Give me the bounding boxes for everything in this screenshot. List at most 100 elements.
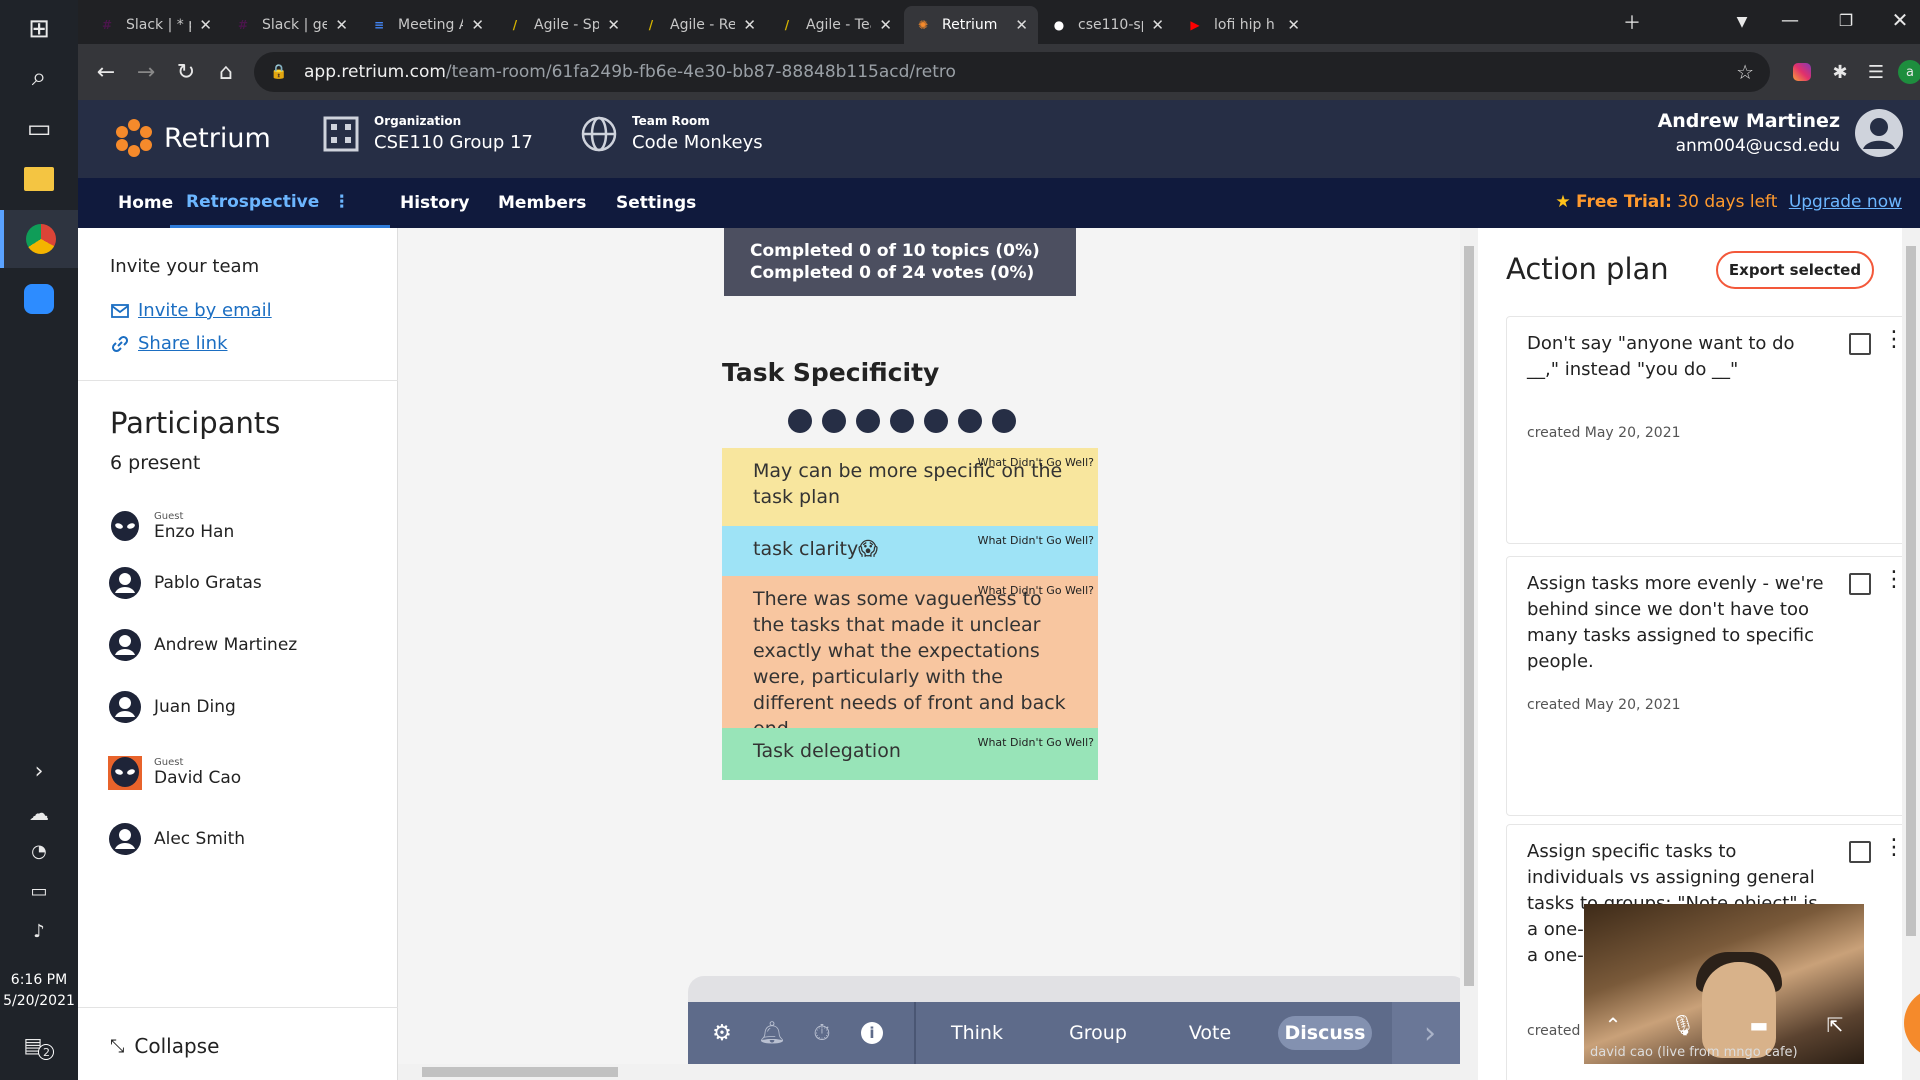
- volume-icon[interactable]: ♪: [0, 902, 78, 960]
- action-item-checkbox[interactable]: [1849, 333, 1871, 355]
- extensions-puzzle-icon[interactable]: ✱: [1826, 58, 1854, 86]
- invite-by-email-link[interactable]: Invite by email: [110, 300, 272, 321]
- browser-tab[interactable]: / Agile - Sprint ✕: [496, 6, 630, 44]
- phase-group[interactable]: Group: [1046, 1016, 1150, 1050]
- reload-button[interactable]: ↻: [170, 56, 202, 88]
- browser-tab[interactable]: / Agile - Team ✕: [768, 6, 902, 44]
- clock-time: 6:16 PM: [10, 972, 68, 988]
- url-field[interactable]: 🔒 app.retrium.com/team-room/61fa249b-fb6…: [254, 52, 1770, 92]
- tab-label: Slack | gener: [262, 17, 328, 33]
- close-tab-icon[interactable]: ✕: [879, 16, 892, 34]
- close-tab-icon[interactable]: ✕: [607, 16, 620, 34]
- action-item-card[interactable]: Don't say "anyone want to do __," instea…: [1506, 316, 1920, 544]
- close-tab-icon[interactable]: ✕: [743, 16, 756, 34]
- zoom-icon[interactable]: [0, 270, 78, 328]
- scrollbar-thumb[interactable]: [1464, 246, 1474, 986]
- browser-tab[interactable]: ≡ Meeting Age ✕: [360, 6, 494, 44]
- action-item-checkbox[interactable]: [1849, 841, 1871, 863]
- team-room-selector[interactable]: Team Room Code Monkeys: [580, 114, 763, 153]
- participant-item[interactable]: Andrew Martinez: [108, 628, 297, 662]
- vertical-scrollbar[interactable]: [1902, 228, 1920, 1080]
- taskbar-clock[interactable]: 6:16 PM 5/20/2021: [0, 970, 78, 1012]
- export-selected-button[interactable]: Export selected: [1716, 251, 1874, 289]
- retro-card[interactable]: What Didn't Go Well? May can be more spec…: [722, 448, 1098, 526]
- scrollbar-thumb[interactable]: [422, 1067, 618, 1077]
- video-call-overlay[interactable]: ⌃ 🎙︎ ▬ ⇱ david cao (live from mngo cafe): [1584, 904, 1864, 1064]
- media-control-icon[interactable]: ☰: [1862, 58, 1890, 86]
- close-tab-icon[interactable]: ✕: [1151, 16, 1164, 34]
- search-icon[interactable]: ⌕: [0, 48, 78, 106]
- nav-retrospective[interactable]: Retrospective ⋮: [170, 178, 390, 228]
- more-vertical-icon[interactable]: ⋮: [1883, 837, 1905, 859]
- action-item-card[interactable]: Assign tasks more evenly - we're behind …: [1506, 556, 1920, 816]
- retro-card[interactable]: What Didn't Go Well? There was some vague…: [722, 576, 1098, 740]
- organization-selector[interactable]: Organization CSE110 Group 17: [322, 114, 533, 153]
- action-item-checkbox[interactable]: [1849, 573, 1871, 595]
- close-tab-icon[interactable]: ✕: [199, 16, 212, 34]
- participant-item[interactable]: Juan Ding: [108, 690, 236, 724]
- share-link[interactable]: Share link: [110, 333, 228, 354]
- user-avatar-icon: [109, 691, 141, 723]
- browser-tab[interactable]: ▶ lofi hip h ✕: [1176, 6, 1310, 44]
- next-phase-button[interactable]: ›: [1392, 1002, 1468, 1064]
- participant-item[interactable]: Guest David Cao: [108, 756, 241, 790]
- nav-home[interactable]: Home: [118, 178, 173, 228]
- slack-favicon-icon: #: [237, 18, 249, 32]
- phase-discuss[interactable]: Discuss: [1278, 1016, 1372, 1050]
- participant-item[interactable]: Guest Enzo Han: [108, 510, 234, 544]
- close-window-button[interactable]: ✕: [1884, 4, 1916, 36]
- close-tab-icon[interactable]: ✕: [1015, 16, 1028, 34]
- browser-tab[interactable]: # Slack | gener ✕: [224, 6, 358, 44]
- more-vertical-icon[interactable]: ⋮: [333, 192, 350, 212]
- user-info[interactable]: Andrew Martinez anm004@ucsd.edu: [1658, 110, 1840, 156]
- forward-button[interactable]: →: [130, 56, 162, 88]
- bookmark-star-icon[interactable]: ☆: [1736, 60, 1754, 84]
- new-tab-button[interactable]: ＋: [1616, 6, 1648, 38]
- upgrade-link[interactable]: Upgrade now: [1789, 192, 1902, 212]
- scrollbar-thumb[interactable]: [1906, 246, 1916, 936]
- more-vertical-icon[interactable]: ⋮: [1883, 329, 1905, 351]
- minimize-button[interactable]: —: [1774, 4, 1806, 36]
- extension-instagram-icon[interactable]: [1788, 58, 1816, 86]
- camera-icon[interactable]: ▬: [1744, 1012, 1774, 1038]
- browser-tab[interactable]: / Agile - Retro ✕: [632, 6, 766, 44]
- browser-tab[interactable]: ✺ Retrium ✕: [904, 6, 1038, 44]
- alien-avatar-orange-icon: [108, 756, 142, 790]
- timer-icon[interactable]: ⏱︎: [806, 1017, 838, 1049]
- collapse-button[interactable]: ⤡ Collapse: [110, 1034, 219, 1058]
- maximize-button[interactable]: ❐: [1830, 4, 1862, 36]
- expand-up-icon[interactable]: ⌃: [1598, 1012, 1628, 1038]
- browser-tab[interactable]: ● cse110-sp21 ✕: [1040, 6, 1174, 44]
- file-explorer-icon[interactable]: [0, 150, 78, 208]
- chrome-icon[interactable]: [0, 210, 78, 268]
- settings-gear-icon[interactable]: ⚙: [706, 1017, 738, 1049]
- browser-tab[interactable]: # Slack | * proje ✕: [88, 6, 222, 44]
- participant-item[interactable]: Alec Smith: [108, 822, 245, 856]
- participant-item[interactable]: Pablo Gratas: [108, 566, 262, 600]
- mic-muted-icon[interactable]: 🎙︎: [1668, 1012, 1698, 1038]
- back-button[interactable]: ←: [90, 56, 122, 88]
- retro-card[interactable]: What Didn't Go Well? Task delegation: [722, 728, 1098, 780]
- bell-icon[interactable]: 🔔︎: [756, 1017, 788, 1049]
- horizontal-scrollbar[interactable]: [398, 1064, 1460, 1080]
- retro-card[interactable]: What Didn't Go Well? task clarity😱: [722, 526, 1098, 576]
- more-vertical-icon[interactable]: ⋮: [1883, 569, 1905, 591]
- home-button[interactable]: ⌂: [210, 56, 242, 88]
- nav-members[interactable]: Members: [498, 178, 586, 228]
- close-tab-icon[interactable]: ✕: [471, 16, 484, 34]
- retrium-logo[interactable]: Retrium: [114, 118, 271, 158]
- vertical-scrollbar[interactable]: [1460, 228, 1478, 1080]
- phase-vote[interactable]: Vote: [1166, 1016, 1254, 1050]
- collapse-arrows-icon: ⤡: [110, 1035, 125, 1057]
- user-avatar-icon[interactable]: [1854, 108, 1904, 158]
- notification-center-icon[interactable]: ▤ 2: [0, 1016, 78, 1074]
- nav-history[interactable]: History: [400, 178, 469, 228]
- close-tab-icon[interactable]: ✕: [1287, 16, 1300, 34]
- tab-search-icon[interactable]: ▼: [1726, 6, 1758, 38]
- share-screen-icon[interactable]: ⇱: [1820, 1012, 1850, 1038]
- info-icon[interactable]: i: [856, 1017, 888, 1049]
- profile-avatar[interactable]: a: [1896, 58, 1920, 86]
- nav-settings[interactable]: Settings: [616, 178, 696, 228]
- close-tab-icon[interactable]: ✕: [335, 16, 348, 34]
- phase-think[interactable]: Think: [928, 1016, 1026, 1050]
